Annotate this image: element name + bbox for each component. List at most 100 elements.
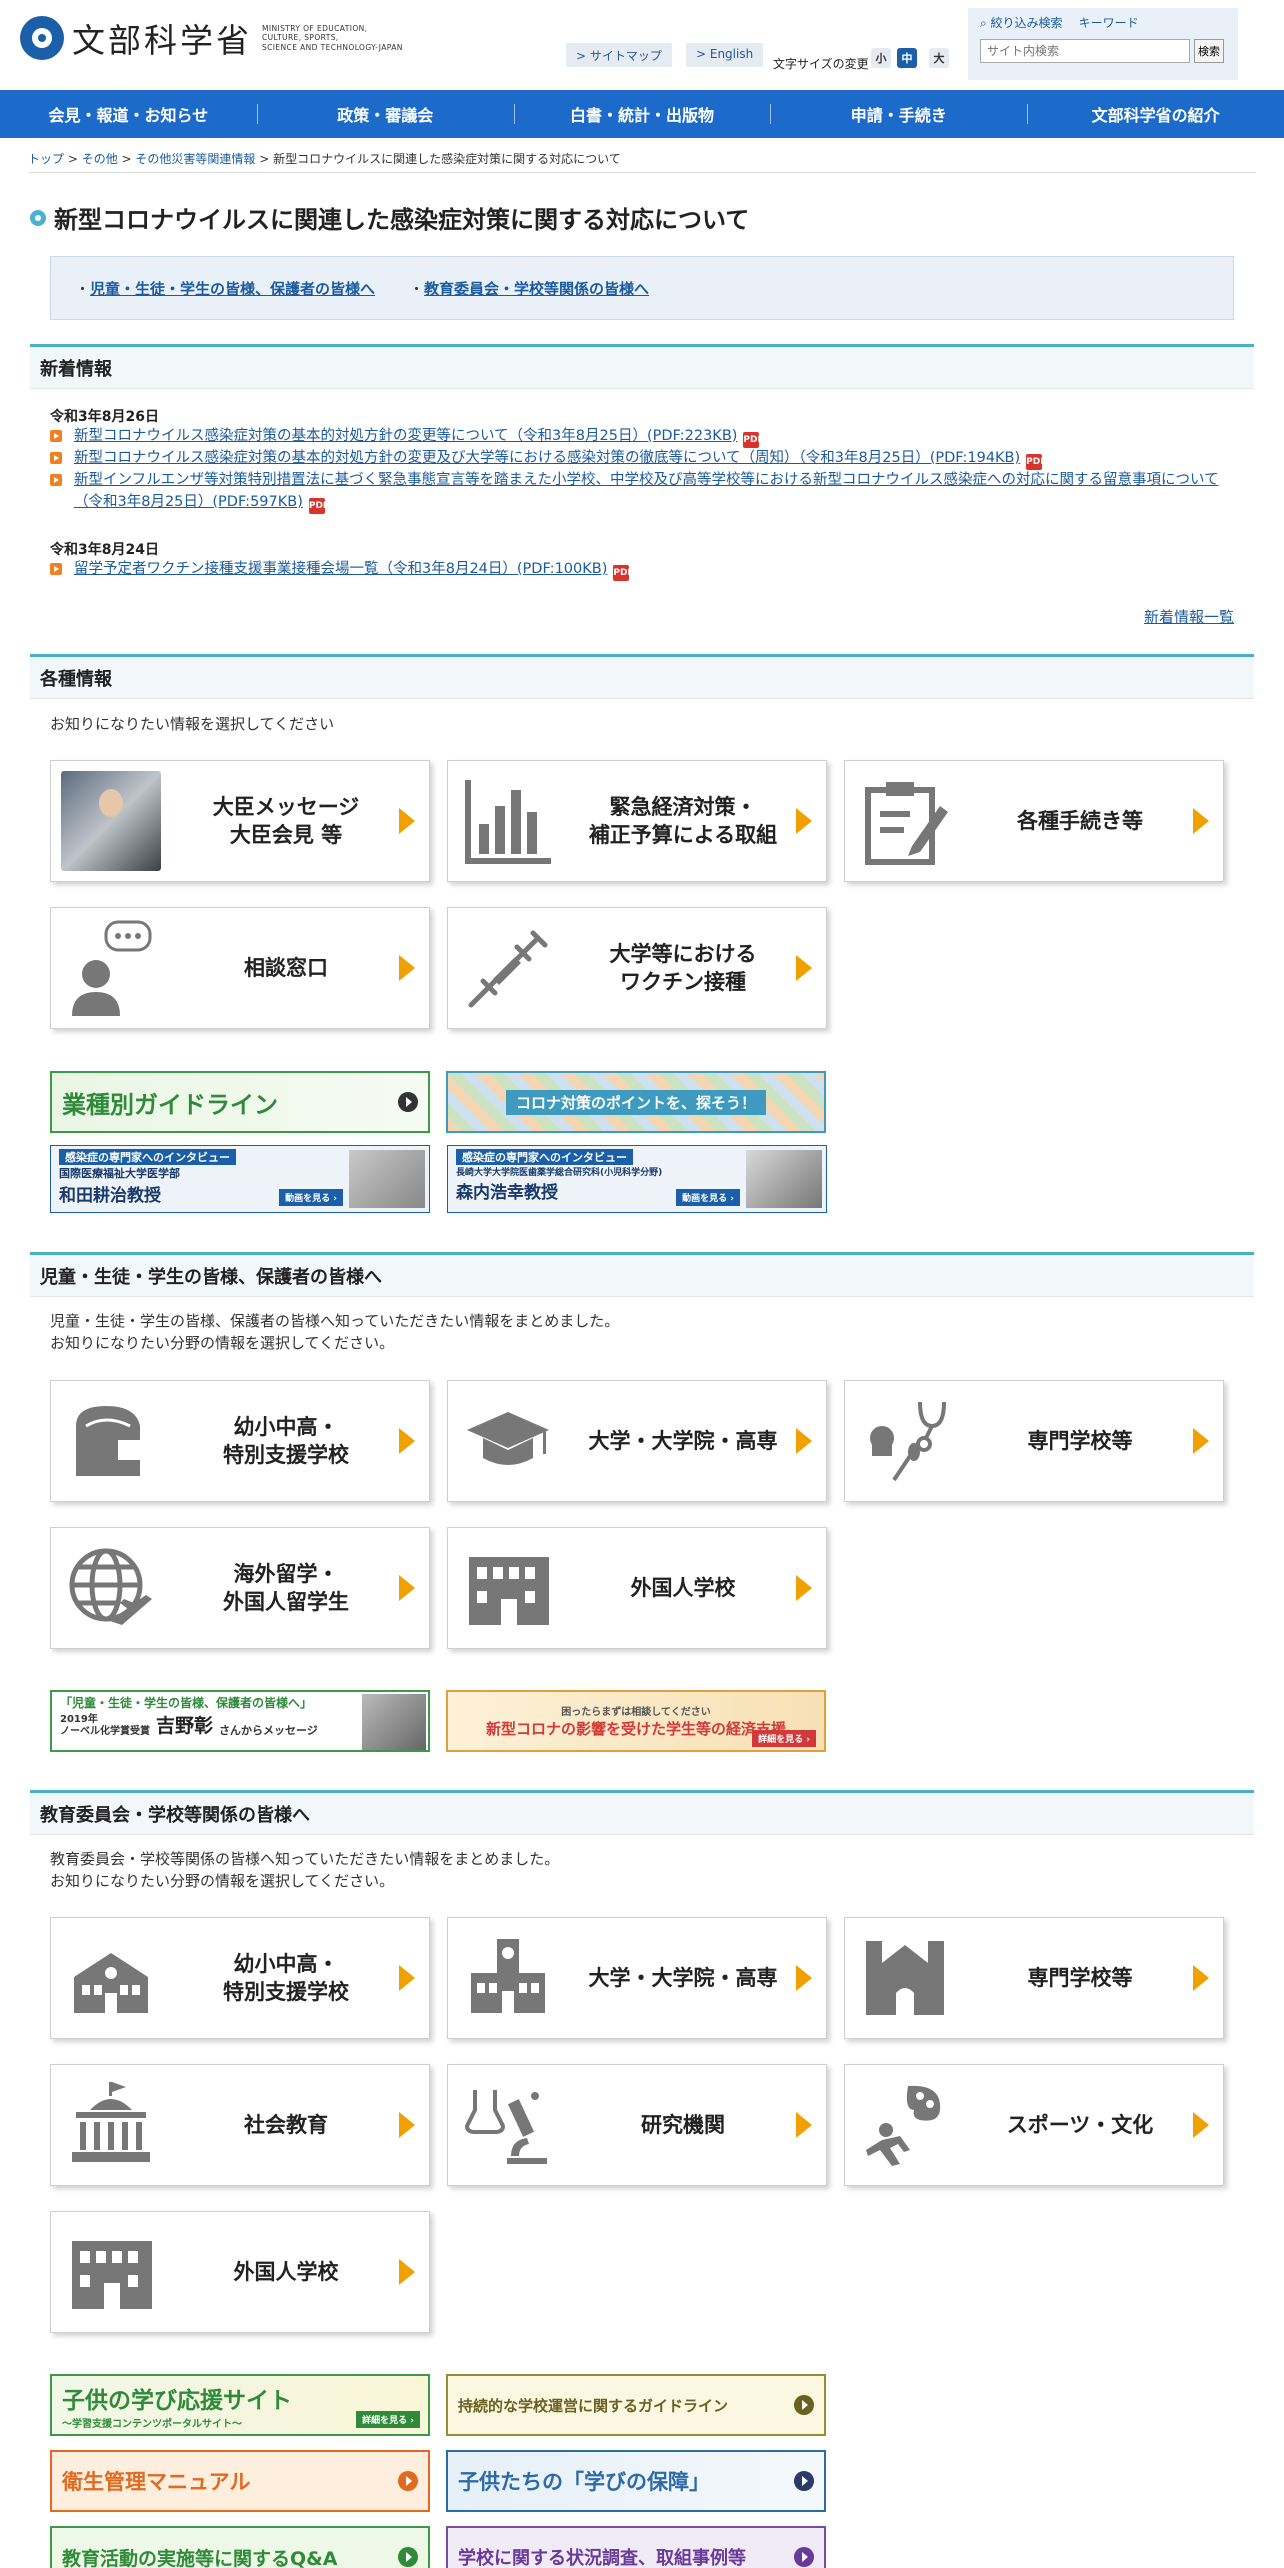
logo-en-line: CULTURE, SPORTS, <box>262 33 339 43</box>
font-size-small-button[interactable]: 小 <box>871 48 891 68</box>
news-more-link[interactable]: 新着情報一覧 <box>1144 606 1234 627</box>
card-foreign-schools[interactable]: 外国人学校 <box>447 1527 827 1649</box>
card-label: 研究機関 <box>641 2113 725 2137</box>
card-economic-measures[interactable]: 緊急経済対策・ 補正予算による取組 <box>447 760 827 882</box>
card-vaccination[interactable]: 大学等における ワクチン接種 <box>447 907 827 1029</box>
pdf-icon: PDF <box>613 565 634 581</box>
intro-line: お知りになりたい分野の情報を選択してください。 <box>50 1334 395 1352</box>
global-nav: 会見・報道・お知らせ 政策・審議会 白書・統計・出版物 申請・手続き 文部科学省… <box>0 90 1284 138</box>
boards-heading: 教育委員会・学校等関係の皆様へ <box>30 1790 1254 1834</box>
anchor-boards-link[interactable]: 教育委員会・学校等関係の皆様へ <box>424 280 649 298</box>
card-study-abroad[interactable]: 海外留学・ 外国人留学生 <box>50 1527 430 1649</box>
anchor-students-link[interactable]: 児童・生徒・学生の皆様、保護者の皆様へ <box>90 280 375 298</box>
news-link[interactable]: 新型コロナウイルス感染症対策の基本的対処方針の変更及び大学等における感染対策の徹… <box>74 450 1020 466</box>
card-minister-message[interactable]: 大臣メッセージ 大臣会見 等 <box>50 760 430 882</box>
card-label: 社会教育 <box>244 2113 328 2137</box>
search-tab-filter[interactable]: ⌕ 絞り込み検索 <box>980 14 1063 31</box>
card-procedures[interactable]: 各種手続き等 <box>844 760 1224 882</box>
banner-interview-wada[interactable]: 感染症の専門家へのインタビュー 国際医療福祉大学医学部 和田耕治教授 動画を見る… <box>50 1145 430 1213</box>
banner-yoshino-message[interactable]: 「児童・生徒・学生の皆様、保護者の皆様へ」 2019年 ノーベル化学賞受賞 吉野… <box>50 1690 430 1752</box>
syringe-icon <box>468 930 548 1008</box>
minister-photo <box>61 771 161 871</box>
card-board-universities[interactable]: 大学・大学院・高専 <box>447 1917 827 2039</box>
breadcrumb-link[interactable]: トップ <box>28 152 64 166</box>
general-heading: 各種情報 <box>30 654 1254 698</box>
banner-tag: 詳細を見る › <box>752 1730 816 1747</box>
nav-item-about[interactable]: 文部科学省の紹介 <box>1027 90 1284 138</box>
banner-education-qa[interactable]: 教育活動の実施等に関するQ&A <box>50 2526 430 2568</box>
banner-sub: ～学習支援コンテンツポータルサイト～ <box>62 2418 242 2430</box>
card-board-schools[interactable]: 幼小中高・ 特別支援学校 <box>50 1917 430 2039</box>
banner-industry-guideline[interactable]: 業種別ガイドライン <box>50 1071 430 1133</box>
card-universities[interactable]: 大学・大学院・高専 <box>447 1380 827 1502</box>
pdf-icon: PDF <box>1026 454 1046 470</box>
list-arrow-icon <box>50 452 62 464</box>
card-research-institutions[interactable]: 研究機関 <box>447 2064 827 2186</box>
card-label: 幼小中高・ 特別支援学校 <box>223 1952 349 2004</box>
anchor-links: ・児童・生徒・学生の皆様、保護者の皆様へ ・教育委員会・学校等関係の皆様へ <box>50 256 1234 320</box>
font-size-large-button[interactable]: 大 <box>929 48 949 68</box>
sitemap-link[interactable]: > サイトマップ <box>566 43 672 67</box>
banner-school-operation-guideline[interactable]: 持続的な学校運営に関するガイドライン <box>446 2374 826 2436</box>
breadcrumb-current: 新型コロナウイルスに関連した感染症対策に関する対応について <box>273 152 621 166</box>
card-board-foreign-schools[interactable]: 外国人学校 <box>50 2211 430 2333</box>
arrow-right-icon <box>399 1965 415 1991</box>
card-schools[interactable]: 幼小中高・ 特別支援学校 <box>50 1380 430 1502</box>
news-item: 新型コロナウイルス感染症対策の基本的対処方針の変更等について（令和3年8月25日… <box>50 425 1230 448</box>
banner-learning-guarantee[interactable]: 子供たちの「学びの保障」 <box>446 2450 826 2512</box>
banner-interview-moriuchi[interactable]: 感染症の専門家へのインタビュー 長崎大学大学院医歯薬学総合研究科(小児科学分野)… <box>447 1145 827 1213</box>
arrow-right-icon <box>399 1428 415 1454</box>
news-date: 令和3年8月24日 <box>50 542 159 558</box>
banner-org: 長崎大学大学院医歯薬学総合研究科(小児科学分野) <box>456 1168 663 1178</box>
card-label: 緊急経済対策・ 補正予算による取組 <box>588 795 778 847</box>
card-label: 外国人学校 <box>233 2260 339 2284</box>
breadcrumb-link[interactable]: その他 <box>82 152 118 166</box>
card-consultation[interactable]: 相談窓口 <box>50 907 430 1029</box>
search-input[interactable] <box>980 39 1190 63</box>
card-social-education[interactable]: 社会教育 <box>50 2064 430 2186</box>
banner-hygiene-manual[interactable]: 衛生管理マニュアル <box>50 2450 430 2512</box>
banner-status-survey[interactable]: 学校に関する状況調査、取組事例等 <box>446 2526 826 2568</box>
anchor-item: ・児童・生徒・学生の皆様、保護者の皆様へ <box>75 279 376 298</box>
banner-title: 学校に関する状況調査、取組事例等 <box>458 2548 746 2568</box>
search-tab-keyword[interactable]: キーワード <box>1079 14 1139 31</box>
breadcrumb-link[interactable]: その他災害等関連情報 <box>135 152 255 166</box>
public-hall-icon <box>72 2082 150 2162</box>
card-sports-culture[interactable]: スポーツ・文化 <box>844 2064 1224 2186</box>
arrow-right-icon <box>1193 1428 1209 1454</box>
card-vocational[interactable]: 専門学校等 <box>844 1380 1224 1502</box>
school-bag-icon <box>76 1406 144 1476</box>
building-icon <box>72 2241 152 2309</box>
banner-economic-support[interactable]: 困ったらまずは相談してください 新型コロナの影響を受けた学生等の経済支援 詳細を… <box>446 1690 826 1752</box>
banner-covid-points[interactable]: コロナ対策のポイントを、探そう！ <box>446 1071 826 1133</box>
bar-chart-icon <box>465 780 551 864</box>
nav-item-policy[interactable]: 政策・審議会 <box>256 90 514 138</box>
nav-item-publications[interactable]: 白書・統計・出版物 <box>513 90 771 138</box>
card-label: 大学等における ワクチン接種 <box>609 942 757 994</box>
banner-tag: 動画を見る › <box>279 1189 343 1206</box>
general-intro: お知りになりたい情報を選択してください <box>50 715 335 733</box>
search-button[interactable]: 検索 <box>1194 39 1224 63</box>
play-icon <box>794 2395 814 2415</box>
banner-sub: 2019年 ノーベル化学賞受賞 <box>60 1714 150 1737</box>
expert-photo <box>746 1150 822 1208</box>
banner-learning-support[interactable]: 子供の学び応援サイト ～学習支援コンテンツポータルサイト～ 詳細を見る › <box>50 2374 430 2436</box>
pdf-icon: PDF <box>743 432 764 448</box>
news-link[interactable]: 留学予定者ワクチン接種支援事業接種会場一覧（令和3年8月24日）(PDF:100… <box>74 561 607 577</box>
vocational-tools-icon <box>870 1401 946 1482</box>
banner-name: 吉野彰 <box>156 1715 214 1737</box>
card-board-vocational[interactable]: 専門学校等 <box>844 1917 1224 2039</box>
nav-item-applications[interactable]: 申請・手続き <box>770 90 1027 138</box>
mext-logo[interactable]: 文部科学省 MINISTRY OF EDUCATION, CULTURE, SP… <box>20 14 403 62</box>
news-link[interactable]: 新型インフルエンザ等対策特別措置法に基づく緊急事態宣言等を踏まえた小学校、中学校… <box>74 472 1219 510</box>
english-link[interactable]: > English <box>686 43 764 67</box>
arrow-right-icon <box>796 955 812 981</box>
news-link[interactable]: 新型コロナウイルス感染症対策の基本的対処方針の変更等について（令和3年8月25日… <box>74 428 737 444</box>
microscope-flask-icon <box>464 2090 547 2164</box>
font-size-medium-button[interactable]: 中 <box>897 48 917 68</box>
nav-item-press[interactable]: 会見・報道・お知らせ <box>0 90 257 138</box>
divider <box>30 698 1254 699</box>
news-item: 新型インフルエンザ等対策特別措置法に基づく緊急事態宣言等を踏まえた小学校、中学校… <box>50 469 1230 514</box>
divider <box>30 388 1254 389</box>
play-icon <box>398 2471 418 2491</box>
